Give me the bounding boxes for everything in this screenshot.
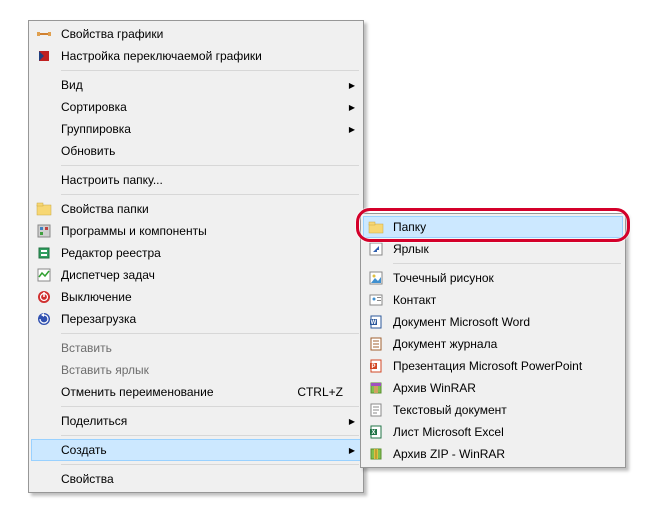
menu-item-create[interactable]: Создать ▶ [31,439,361,461]
context-menu-main: Свойства графики Настройка переключаемой… [28,20,364,493]
menu-label: Свойства [61,472,343,486]
contact-icon [367,291,385,309]
submenu-item-winrar[interactable]: Архив WinRAR [363,377,623,399]
menu-label: Ярлык [393,242,605,256]
menu-label: Документ журнала [393,337,605,351]
intel-icon [35,25,53,43]
menu-shortcut: CTRL+Z [297,385,343,399]
menu-separator [61,333,359,334]
regedit-icon [35,244,53,262]
submenu-item-bitmap[interactable]: Точечный рисунок [363,267,623,289]
submenu-item-excel[interactable]: X Лист Microsoft Excel [363,421,623,443]
svg-text:P: P [371,364,375,370]
menu-item-sort[interactable]: Сортировка ▶ [31,96,361,118]
submenu-arrow-icon: ▶ [349,103,355,112]
menu-item-folder-props[interactable]: Свойства папки [31,198,361,220]
menu-label: Вставить ярлык [61,363,343,377]
menu-separator [61,70,359,71]
submenu-item-powerpoint[interactable]: P Презентация Microsoft PowerPoint [363,355,623,377]
excel-icon: X [367,423,385,441]
menu-label: Архив WinRAR [393,381,605,395]
menu-label: Лист Microsoft Excel [393,425,605,439]
winrar-icon [367,379,385,397]
menu-label: Вид [61,78,343,92]
menu-label: Программы и компоненты [61,224,343,238]
taskmgr-icon [35,266,53,284]
menu-label: Обновить [61,144,343,158]
submenu-item-zip[interactable]: Архив ZIP - WinRAR [363,443,623,465]
menu-label: Презентация Microsoft PowerPoint [393,359,605,373]
menu-item-paste-shortcut: Вставить ярлык [31,359,361,381]
menu-item-paste: Вставить [31,337,361,359]
menu-label: Настроить папку... [61,173,343,187]
submenu-item-text[interactable]: Текстовый документ [363,399,623,421]
menu-label: Точечный рисунок [393,271,605,285]
menu-item-switchable-graphics[interactable]: Настройка переключаемой графики [31,45,361,67]
word-icon: W [367,313,385,331]
shutdown-icon [35,288,53,306]
menu-item-shutdown[interactable]: Выключение [31,286,361,308]
folder-icon [367,218,385,236]
text-icon [367,401,385,419]
menu-item-taskmgr[interactable]: Диспетчер задач [31,264,361,286]
journal-icon [367,335,385,353]
menu-separator [61,435,359,436]
menu-label: Редактор реестра [61,246,343,260]
menu-label: Документ Microsoft Word [393,315,605,329]
menu-label: Группировка [61,122,343,136]
menu-item-restart[interactable]: Перезагрузка [31,308,361,330]
shortcut-icon [367,240,385,258]
programs-icon [35,222,53,240]
submenu-item-word[interactable]: W Документ Microsoft Word [363,311,623,333]
menu-label: Папку [393,220,605,234]
menu-label: Архив ZIP - WinRAR [393,447,605,461]
menu-separator [393,263,621,264]
menu-label: Контакт [393,293,605,307]
menu-label: Текстовый документ [393,403,605,417]
menu-label: Создать [61,443,343,457]
menu-label: Настройка переключаемой графики [61,49,343,63]
submenu-item-folder[interactable]: Папку [363,216,623,238]
submenu-arrow-icon: ▶ [349,417,355,426]
svg-text:W: W [371,320,377,326]
menu-item-customize-folder[interactable]: Настроить папку... [31,169,361,191]
submenu-item-shortcut[interactable]: Ярлык [363,238,623,260]
svg-text:X: X [371,430,375,436]
amd-icon [35,47,53,65]
submenu-item-contact[interactable]: Контакт [363,289,623,311]
menu-label: Поделиться [61,414,343,428]
menu-label: Свойства графики [61,27,343,41]
menu-label: Свойства папки [61,202,343,216]
menu-separator [61,406,359,407]
menu-separator [61,165,359,166]
menu-label: Выключение [61,290,343,304]
menu-label: Диспетчер задач [61,268,343,282]
context-menu-create: Папку Ярлык Точечный рисунок Контакт W Д… [360,213,626,468]
menu-item-programs[interactable]: Программы и компоненты [31,220,361,242]
menu-separator [61,194,359,195]
menu-item-view[interactable]: Вид ▶ [31,74,361,96]
submenu-arrow-icon: ▶ [349,81,355,90]
menu-item-regedit[interactable]: Редактор реестра [31,242,361,264]
zip-icon [367,445,385,463]
menu-item-properties[interactable]: Свойства [31,468,361,490]
menu-item-undo-rename[interactable]: Отменить переименование CTRL+Z [31,381,361,403]
submenu-arrow-icon: ▶ [349,125,355,134]
bitmap-icon [367,269,385,287]
menu-label: Перезагрузка [61,312,343,326]
restart-icon [35,310,53,328]
menu-item-graphics-props[interactable]: Свойства графики [31,23,361,45]
powerpoint-icon: P [367,357,385,375]
menu-item-share[interactable]: Поделиться ▶ [31,410,361,432]
menu-separator [61,464,359,465]
menu-label: Отменить переименование [61,385,277,399]
menu-label: Сортировка [61,100,343,114]
submenu-arrow-icon: ▶ [349,446,355,455]
submenu-item-journal[interactable]: Документ журнала [363,333,623,355]
menu-item-refresh[interactable]: Обновить [31,140,361,162]
menu-label: Вставить [61,341,343,355]
folder-props-icon [35,200,53,218]
menu-item-group[interactable]: Группировка ▶ [31,118,361,140]
